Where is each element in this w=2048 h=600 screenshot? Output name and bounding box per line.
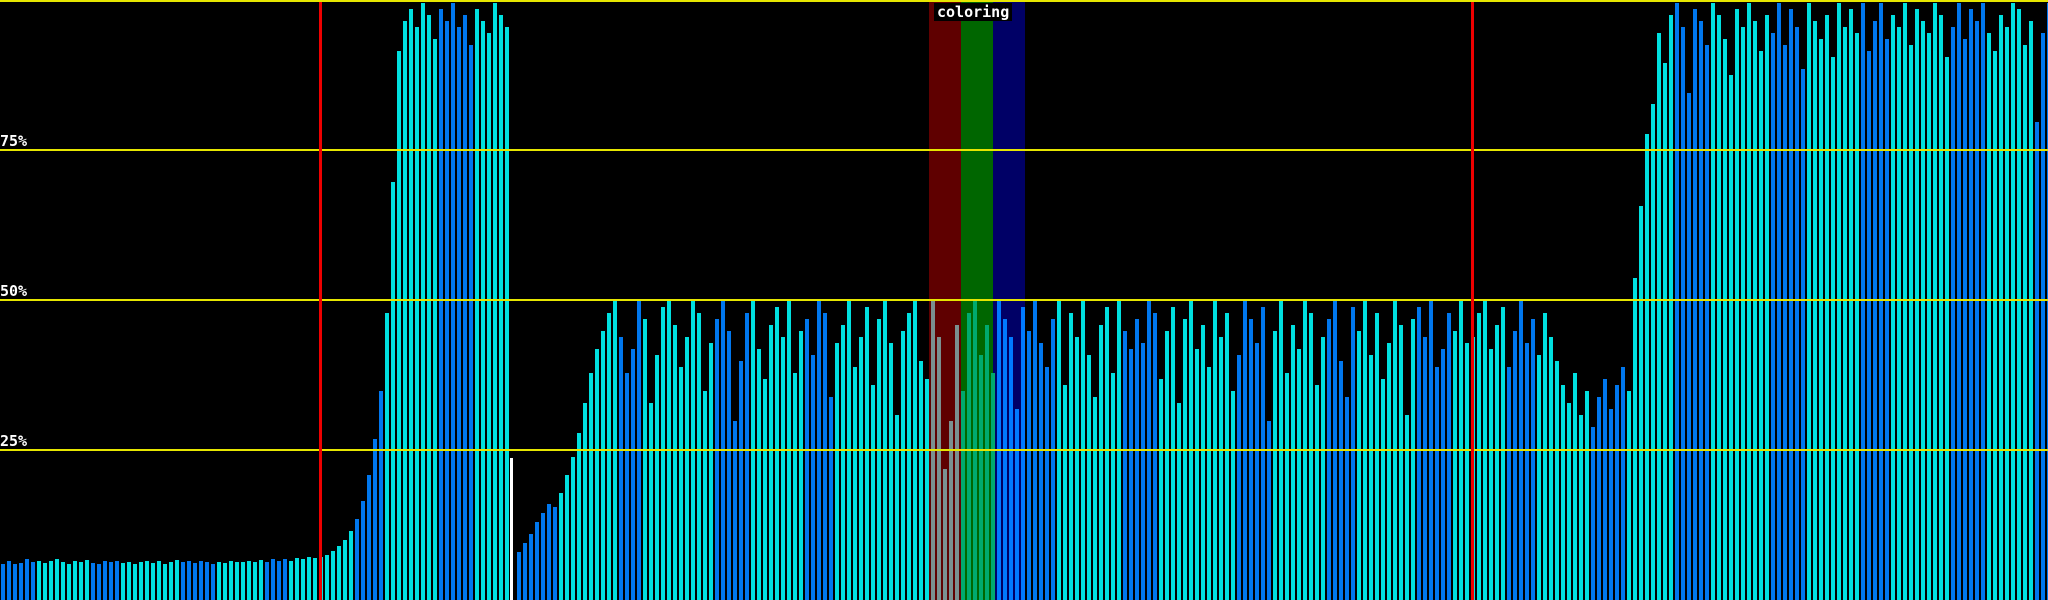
percentage-bar-graph: coloring 75% 50% 25% <box>0 0 2048 600</box>
axis-labels-layer: coloring 75% 50% 25% <box>0 0 2048 600</box>
coloring-band-label: coloring <box>934 3 1012 21</box>
y-tick-label: 75% <box>0 134 27 149</box>
y-tick-label: 25% <box>0 434 27 449</box>
y-tick-label: 50% <box>0 284 27 299</box>
